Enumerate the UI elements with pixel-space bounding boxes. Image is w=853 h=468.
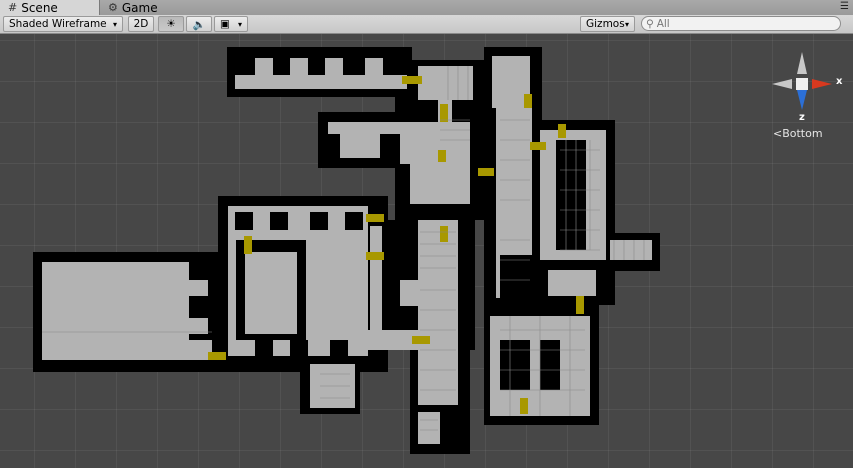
gizmos-dropdown[interactable]: Gizmos ▾ — [580, 16, 635, 32]
gizmo-x-cone — [812, 79, 832, 89]
window-tab-bar: # Scene ⚙ Game ☰ — [0, 0, 853, 16]
chevron-down-icon: ▾ — [112, 19, 117, 29]
gizmo-z-cone — [797, 90, 807, 110]
gizmo-left-cone — [772, 79, 792, 89]
gizmo-z-label: z — [799, 112, 805, 123]
gizmo-center-cube — [796, 78, 808, 90]
tab-game-label: Game — [121, 0, 158, 15]
level-layout — [33, 47, 660, 454]
gizmo-up-cone — [797, 52, 807, 74]
audio-toggle-button[interactable]: 🔈 — [186, 16, 212, 32]
search-icon: ⚲ — [646, 17, 654, 30]
pane-options-icon[interactable]: ☰ — [840, 1, 849, 12]
2d-toggle-button[interactable]: 2D — [128, 16, 154, 32]
image-icon: ▣ — [220, 18, 230, 30]
gizmos-label: Gizmos — [586, 18, 625, 30]
chevron-down-icon: ▾ — [624, 19, 629, 29]
scene-toolbar: Shaded Wireframe ▾ 2D ☀ 🔈 ▣ ▾ Gizmos ▾ ⚲… — [0, 15, 853, 34]
gizmo-view-label[interactable]: <Bottom — [773, 127, 823, 140]
view-name: Bottom — [782, 127, 823, 140]
chevron-down-icon: ▾ — [237, 19, 242, 29]
sun-icon: ☀ — [166, 18, 176, 30]
gizmo-x-label: x — [836, 76, 843, 87]
effects-dropdown[interactable]: ▣ ▾ — [214, 16, 248, 32]
scene-viewport[interactable]: x z <Bottom — [0, 34, 853, 468]
tab-game[interactable]: ⚙ Game — [100, 0, 190, 15]
draw-mode-dropdown[interactable]: Shaded Wireframe ▾ — [3, 16, 123, 32]
lighting-toggle-button[interactable]: ☀ — [158, 16, 184, 32]
level-inner-floors — [245, 252, 297, 334]
chevron-left-icon: < — [773, 127, 783, 140]
2d-label: 2D — [133, 18, 149, 30]
scene-grid-icon: # — [8, 1, 18, 14]
draw-mode-label: Shaded Wireframe — [9, 18, 107, 30]
tab-scene[interactable]: # Scene — [0, 0, 100, 15]
tab-scene-label: Scene — [21, 0, 58, 15]
search-placeholder: All — [656, 17, 670, 30]
search-input[interactable]: ⚲ All — [641, 16, 841, 31]
game-controller-icon: ⚙ — [108, 1, 118, 14]
speaker-icon: 🔈 — [192, 18, 206, 31]
